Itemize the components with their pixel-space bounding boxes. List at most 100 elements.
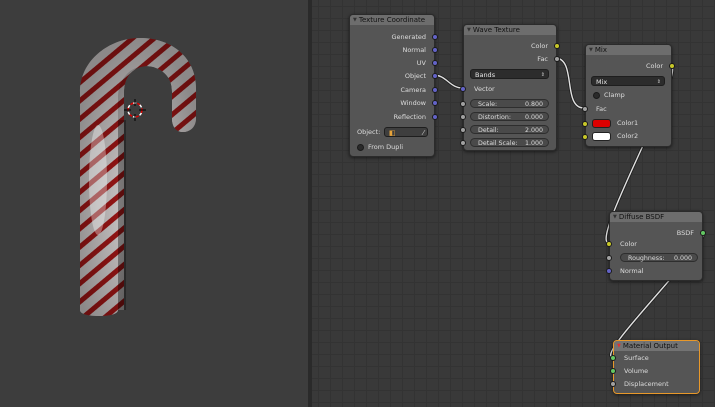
scale-field[interactable]: Scale: 0.800 — [470, 99, 549, 108]
blend-mode-dropdown[interactable]: Mix ⇕ — [591, 76, 665, 86]
from-dupli-checkbox[interactable] — [357, 144, 364, 151]
output-reflection: Reflection — [393, 113, 426, 121]
detail-scale-field[interactable]: Detail Scale: 1.000 — [470, 138, 549, 147]
roughness-field[interactable]: Roughness: 0.000 — [620, 253, 698, 262]
field-label: Scale: — [478, 101, 498, 108]
node-title: Mix — [594, 46, 607, 54]
socket-generated[interactable] — [432, 34, 438, 40]
field-value: 0.000 — [673, 255, 692, 262]
collapse-icon[interactable]: ▼ — [467, 25, 471, 35]
socket-normal[interactable] — [432, 47, 438, 53]
output-fac: Fac — [537, 55, 548, 63]
dropdown-arrows-icon: ⇕ — [540, 72, 545, 78]
output-window: Window — [400, 99, 426, 107]
cube-icon: ◧ — [389, 129, 396, 137]
node-title: Texture Coordinate — [358, 16, 426, 24]
field-label: Detail: — [478, 127, 499, 134]
node-header[interactable]: ▼ Wave Texture — [464, 25, 556, 35]
3d-viewport[interactable] — [0, 0, 308, 407]
collapse-icon[interactable]: ▼ — [589, 45, 593, 55]
input-volume: Volume — [624, 367, 649, 375]
socket-scale-in[interactable] — [460, 101, 466, 107]
node-title: Diffuse BSDF — [618, 213, 665, 221]
candy-cane-render — [80, 38, 196, 316]
node-editor[interactable]: ▼ Texture Coordinate Generated Normal UV … — [312, 0, 715, 407]
mix-node[interactable]: ▼ Mix Color Mix ⇕ Clamp Fac Color1 Color2 — [582, 44, 675, 147]
collapse-icon[interactable]: ▼ — [617, 341, 621, 351]
socket-detail-scale-in[interactable] — [460, 140, 466, 146]
node-title: Wave Texture — [472, 26, 520, 34]
wave-type-dropdown[interactable]: Bands ⇕ — [470, 69, 549, 79]
node-header[interactable]: ▼ Texture Coordinate — [350, 15, 434, 25]
socket-displacement-in[interactable] — [610, 381, 616, 387]
socket-color-out[interactable] — [669, 63, 675, 69]
output-uv: UV — [416, 59, 426, 67]
output-color: Color — [646, 62, 663, 70]
object-label: Object: — [357, 128, 381, 136]
field-value: 1.000 — [524, 140, 543, 147]
socket-color-out[interactable] — [554, 43, 560, 49]
field-label: Roughness: — [628, 255, 665, 262]
blend-mode-value: Mix — [596, 78, 608, 86]
from-dupli-label: From Dupli — [368, 143, 404, 151]
input-color2: Color2 — [617, 132, 639, 140]
output-object: Object — [404, 72, 426, 80]
socket-vector-in[interactable] — [460, 86, 466, 92]
socket-uv[interactable] — [432, 60, 438, 66]
field-value: 2.000 — [524, 127, 543, 134]
node-title: Material Output — [622, 342, 678, 350]
output-color: Color — [531, 42, 548, 50]
clamp-checkbox[interactable] — [593, 92, 600, 99]
socket-distortion-in[interactable] — [460, 114, 466, 120]
node-header[interactable]: ▼ Mix — [586, 45, 671, 55]
detail-field[interactable]: Detail: 2.000 — [470, 125, 549, 134]
field-label: Distortion: — [478, 114, 511, 121]
color2-swatch[interactable] — [592, 132, 611, 141]
diffuse-bsdf-node[interactable]: ▼ Diffuse BSDF BSDF Color Roughness: 0.000… — [606, 211, 706, 281]
socket-surface-in[interactable] — [610, 355, 616, 361]
node-header[interactable]: ▼ Material Output — [614, 341, 699, 351]
field-value: 0.000 — [524, 114, 543, 121]
input-fac: Fac — [596, 105, 607, 113]
input-color1: Color1 — [617, 119, 639, 127]
socket-detail-in[interactable] — [460, 127, 466, 133]
wave-texture-node[interactable]: ▼ Wave Texture Color Fac Bands ⇕ Vector S… — [460, 24, 560, 151]
input-surface: Surface — [624, 354, 649, 362]
dropdown-arrows-icon: ⇕ — [656, 79, 661, 85]
input-normal: Normal — [620, 267, 644, 275]
field-label: Detail Scale: — [478, 140, 518, 147]
material-output-node[interactable]: ▼ Material Output Surface Volume Displace… — [610, 340, 700, 394]
socket-fac-in[interactable] — [582, 106, 588, 112]
distortion-field[interactable]: Distortion: 0.000 — [470, 112, 549, 121]
output-normal: Normal — [402, 46, 426, 54]
3d-cursor-icon[interactable] — [124, 99, 146, 121]
socket-color2-in[interactable] — [582, 134, 588, 140]
eyedropper-icon[interactable]: ⁄ — [423, 128, 424, 138]
socket-color1-in[interactable] — [582, 121, 588, 127]
socket-bsdf-out[interactable] — [700, 230, 706, 236]
socket-window[interactable] — [432, 100, 438, 106]
collapse-icon[interactable]: ▼ — [353, 15, 357, 25]
socket-camera[interactable] — [432, 87, 438, 93]
node-header[interactable]: ▼ Diffuse BSDF — [610, 212, 702, 222]
socket-volume-in[interactable] — [610, 368, 616, 374]
socket-reflection[interactable] — [432, 114, 438, 120]
output-generated: Generated — [391, 33, 426, 41]
socket-object[interactable] — [432, 73, 438, 79]
input-vector: Vector — [474, 85, 495, 93]
object-picker[interactable]: ◧ ⁄ — [384, 127, 428, 137]
field-value: 0.800 — [524, 101, 543, 108]
socket-roughness-in[interactable] — [606, 255, 612, 261]
output-camera: Camera — [400, 86, 426, 94]
input-displacement: Displacement — [624, 380, 669, 388]
socket-color-in[interactable] — [606, 241, 612, 247]
texture-coordinate-node[interactable]: ▼ Texture Coordinate Generated Normal UV … — [349, 14, 438, 157]
wave-type-value: Bands — [475, 71, 496, 79]
collapse-icon[interactable]: ▼ — [613, 212, 617, 222]
clamp-label: Clamp — [604, 91, 625, 99]
output-bsdf: BSDF — [676, 229, 694, 237]
color1-swatch[interactable] — [592, 119, 611, 128]
input-color: Color — [620, 240, 637, 248]
socket-fac-out[interactable] — [554, 56, 560, 62]
socket-normal-in[interactable] — [606, 268, 612, 274]
